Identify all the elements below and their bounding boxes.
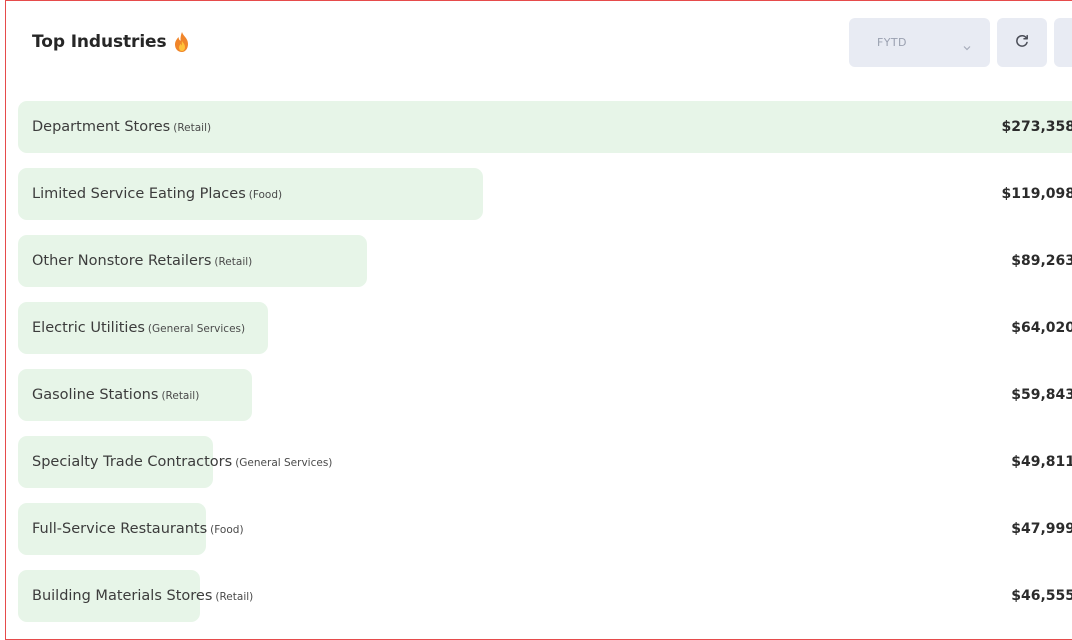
industry-label: Gasoline Stations (Retail)	[32, 369, 199, 421]
industry-value: $64,020	[1011, 320, 1072, 336]
industry-value: $47,999	[1011, 521, 1072, 537]
fire-icon	[173, 31, 191, 53]
panel-header: Top Industries FYTD	[6, 1, 1072, 93]
industry-value: $119,098	[1001, 186, 1072, 202]
industry-value: $273,358	[1001, 119, 1072, 135]
industry-label: Building Materials Stores (Retail)	[32, 570, 253, 622]
industry-category: (Retail)	[161, 390, 200, 402]
industry-label: Electric Utilities (General Services)	[32, 302, 245, 354]
industry-label: Specialty Trade Contractors (General Serv…	[32, 436, 332, 488]
more-controls-button[interactable]	[1054, 18, 1072, 67]
industry-row: Full-Service Restaurants (Food) $47,999	[18, 503, 1072, 555]
industry-value: $49,811	[1011, 454, 1072, 470]
industry-row: Electric Utilities (General Services) $64,…	[18, 302, 1072, 354]
title-group: Top Industries	[32, 31, 191, 53]
industry-name: Limited Service Eating Places	[32, 186, 246, 202]
industry-row: Limited Service Eating Places (Food) $119,…	[18, 168, 1072, 220]
panel-title: Top Industries	[32, 32, 167, 52]
industry-row: Other Nonstore Retailers (Retail) $89,263	[18, 235, 1072, 287]
industry-label: Full-Service Restaurants (Food)	[32, 503, 244, 555]
industry-category: (Retail)	[215, 591, 254, 603]
industry-name: Specialty Trade Contractors	[32, 454, 233, 470]
period-select[interactable]: FYTD	[849, 18, 990, 67]
period-select-value: FYTD	[877, 36, 907, 49]
chevron-down-icon	[962, 38, 972, 50]
industry-category: (Food)	[210, 524, 244, 536]
industry-row: Specialty Trade Contractors (General Serv…	[18, 436, 1072, 488]
refresh-button[interactable]	[997, 18, 1047, 67]
industry-value: $89,263	[1011, 253, 1072, 269]
industry-category: (Retail)	[173, 122, 212, 134]
top-industries-panel: Top Industries FYTD Department Stores (R…	[5, 0, 1072, 640]
industry-value: $59,843	[1011, 387, 1072, 403]
industry-category: (Food)	[248, 189, 283, 201]
industry-category: (General Services)	[147, 323, 246, 335]
industry-name: Other Nonstore Retailers	[32, 253, 212, 269]
refresh-icon	[1014, 33, 1030, 53]
industry-row: Department Stores (Retail) $273,358	[18, 101, 1072, 153]
industry-name: Building Materials Stores	[32, 588, 213, 604]
industry-label: Department Stores (Retail)	[32, 101, 211, 153]
industry-row: Gasoline Stations (Retail) $59,843	[18, 369, 1072, 421]
industry-row: Building Materials Stores (Retail) $46,555	[18, 570, 1072, 622]
industry-name: Full-Service Restaurants	[32, 521, 208, 537]
industry-name: Gasoline Stations	[32, 387, 159, 403]
industry-value: $46,555	[1011, 588, 1072, 604]
industry-category: (General Services)	[235, 457, 333, 469]
industry-name: Department Stores	[32, 119, 171, 135]
industry-category: (Retail)	[214, 256, 253, 268]
industry-label: Limited Service Eating Places (Food)	[32, 168, 282, 220]
industry-label: Other Nonstore Retailers (Retail)	[32, 235, 252, 287]
industry-name: Electric Utilities	[32, 320, 145, 336]
